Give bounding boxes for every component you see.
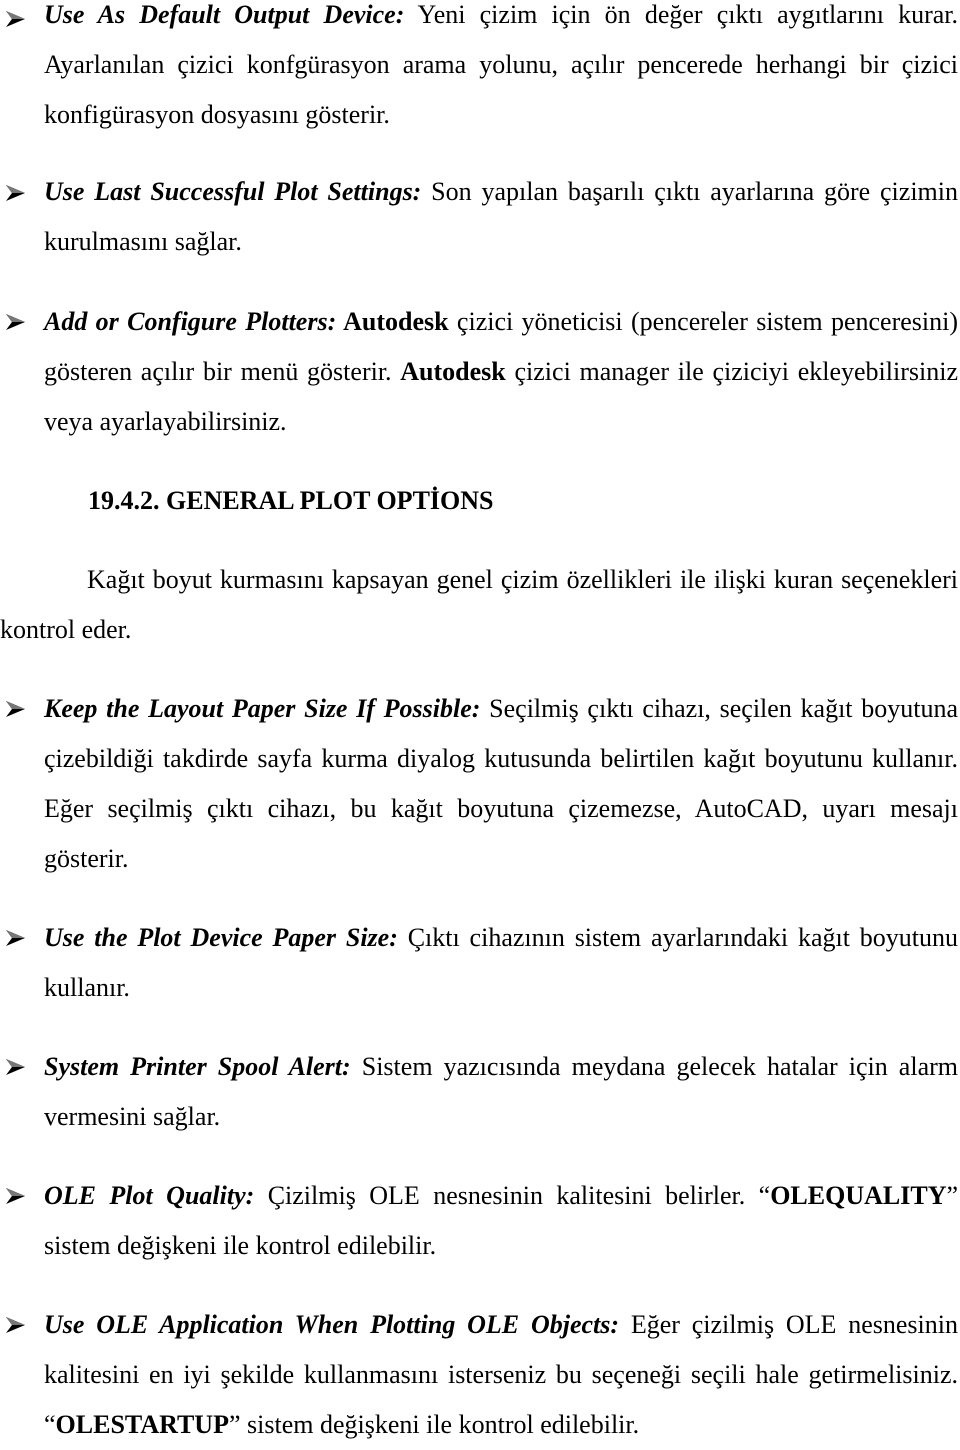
arrowhead-bullet-icon — [6, 701, 25, 717]
list-item-paragraph: OLE Plot Quality: Çizilmiş OLE nesnesini… — [44, 1171, 958, 1271]
brand-autodesk: Autodesk — [336, 307, 449, 336]
option-term: System Printer Spool Alert: — [44, 1052, 351, 1081]
list-item-paragraph: Use As Default Output Device: Yeni çizim… — [44, 0, 958, 140]
option-description: Çizilmiş OLE nesnesinin kalitesini belir… — [254, 1181, 771, 1210]
arrowhead-bullet-icon — [6, 930, 25, 946]
option-term: Use Last Successful Plot Settings: — [44, 177, 422, 206]
option-term: Keep the Layout Paper Size If Possible: — [44, 694, 481, 723]
list-item-paragraph: System Printer Spool Alert: Sistem yazıc… — [44, 1042, 958, 1142]
arrowhead-bullet-icon — [6, 1059, 25, 1075]
system-variable-name: OLESTARTUP — [55, 1410, 229, 1439]
brand-autodesk: Autodesk — [400, 357, 506, 386]
option-term: Use the Plot Device Paper Size: — [44, 923, 398, 952]
option-term: Use OLE Application When Plotting OLE Ob… — [44, 1310, 620, 1339]
section-heading: 19.4.2. GENERAL PLOT OPTİONS — [88, 486, 494, 515]
list-item-paragraph: Use the Plot Device Paper Size: Çıktı ci… — [44, 913, 958, 1013]
list-item-paragraph: Use OLE Application When Plotting OLE Ob… — [44, 1300, 958, 1450]
arrowhead-bullet-icon — [6, 314, 25, 330]
system-variable-name: OLEQUALITY — [770, 1181, 947, 1210]
option-term: Add or Configure Plotters: — [44, 307, 337, 336]
arrowhead-bullet-icon — [6, 185, 25, 201]
arrowhead-bullet-icon — [6, 1188, 25, 1204]
list-item-paragraph: Add or Configure Plotters: Autodesk çizi… — [44, 297, 958, 447]
arrowhead-bullet-icon — [6, 1317, 25, 1333]
option-term: OLE Plot Quality: — [44, 1181, 255, 1210]
option-term: Use As Default Output Device: — [44, 0, 405, 29]
section-intro-paragraph: Kağıt boyut kurmasını kapsayan genel çiz… — [0, 565, 958, 644]
arrowhead-bullet-icon — [6, 11, 25, 27]
list-item-paragraph: Keep the Layout Paper Size If Possible: … — [44, 684, 958, 884]
list-item-paragraph: Use Last Successful Plot Settings: Son y… — [44, 167, 958, 267]
option-description: ” sistem değişkeni ile kontrol edilebili… — [228, 1410, 640, 1439]
